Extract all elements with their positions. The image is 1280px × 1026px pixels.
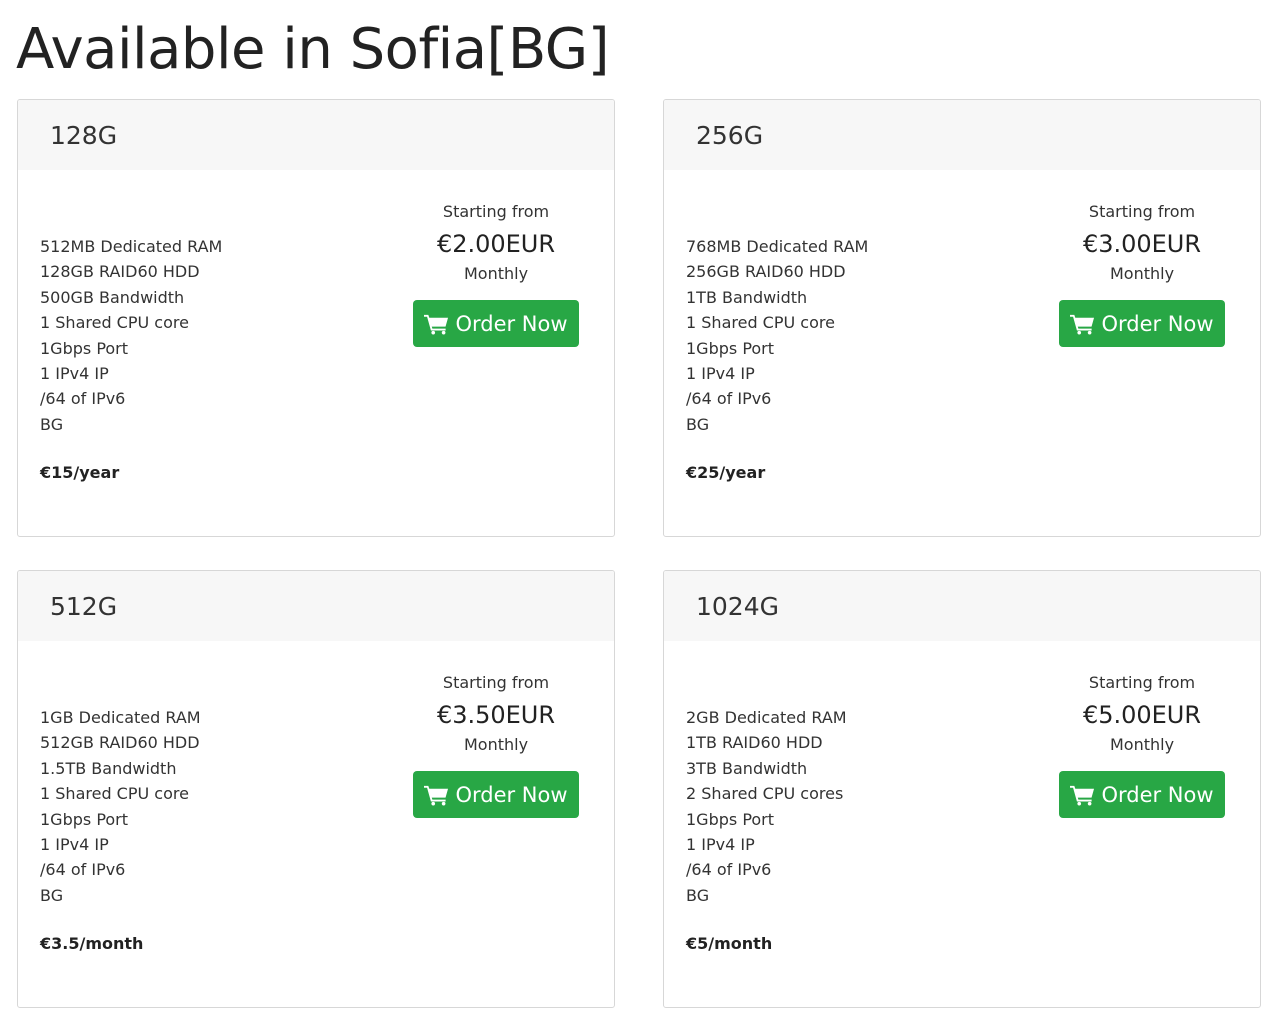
plan-name: 1024G <box>696 591 779 621</box>
plan-card-128g: 128G 512MB Dedicated RAM 128GB RAID60 HD… <box>17 99 615 537</box>
feature-ipv6: /64 of IPv6 <box>40 860 126 880</box>
plan-features: 1GB Dedicated RAM 512GB RAID60 HDD 1.5TB… <box>40 705 201 908</box>
feature-ipv4: 1 IPv4 IP <box>686 364 755 384</box>
plan-card-header: 512G <box>18 571 614 641</box>
starting-from-label: Starting from <box>1088 202 1196 221</box>
starting-from-label: Starting from <box>1088 673 1196 692</box>
feature-disk: 128GB RAID60 HDD <box>40 262 200 282</box>
order-now-button[interactable]: Order Now <box>1059 771 1225 818</box>
feature-cpu: 1 Shared CPU core <box>40 313 189 333</box>
feature-ipv4: 1 IPv4 IP <box>686 835 755 855</box>
plan-price-note: €25/year <box>686 463 766 482</box>
plan-features: 2GB Dedicated RAM 1TB RAID60 HDD 3TB Ban… <box>686 705 847 908</box>
feature-location: BG <box>686 885 710 905</box>
shopping-cart-icon <box>1070 784 1095 806</box>
feature-cpu: 1 Shared CPU core <box>40 784 189 804</box>
page-title: Available in Sofia[BG] <box>16 17 610 82</box>
feature-ram: 1GB Dedicated RAM <box>40 708 201 727</box>
plan-pricing: Starting from €3.00EUR Monthly Order Now <box>1059 201 1225 347</box>
plan-pricing: Starting from €3.50EUR Monthly Order Now <box>413 672 579 818</box>
feature-ipv6: /64 of IPv6 <box>686 860 772 880</box>
plan-price: €3.50EUR <box>436 701 556 729</box>
plan-features: 768MB Dedicated RAM 256GB RAID60 HDD 1TB… <box>686 234 868 437</box>
feature-ipv4: 1 IPv4 IP <box>40 835 109 855</box>
plan-price: €2.00EUR <box>436 230 556 258</box>
feature-ipv4: 1 IPv4 IP <box>40 364 109 384</box>
plan-card-header: 128G <box>18 100 614 170</box>
billing-cycle: Monthly <box>1109 735 1175 754</box>
order-now-label: Order Now <box>455 311 568 336</box>
feature-disk: 1TB RAID60 HDD <box>686 733 823 753</box>
plan-card-header: 256G <box>664 100 1260 170</box>
plan-name: 128G <box>50 120 118 150</box>
billing-cycle: Monthly <box>463 264 529 283</box>
shopping-cart-icon <box>424 313 449 335</box>
feature-location: BG <box>686 414 710 434</box>
feature-disk: 512GB RAID60 HDD <box>40 733 200 753</box>
feature-ram: 768MB Dedicated RAM <box>686 237 869 256</box>
plan-price-note: €3.5/month <box>40 934 144 953</box>
feature-bandwidth: 500GB Bandwidth <box>40 287 185 307</box>
feature-cpu: 1 Shared CPU core <box>686 313 835 333</box>
feature-port: 1Gbps Port <box>686 809 775 829</box>
feature-location: BG <box>40 885 64 905</box>
feature-bandwidth: 1TB Bandwidth <box>686 287 808 307</box>
feature-cpu: 2 Shared CPU cores <box>686 784 844 804</box>
billing-cycle: Monthly <box>463 735 529 754</box>
order-now-button[interactable]: Order Now <box>1059 300 1225 347</box>
plan-name: 512G <box>50 591 118 621</box>
plan-card-header: 1024G <box>664 571 1260 641</box>
plan-pricing: Starting from €5.00EUR Monthly Order Now <box>1059 672 1225 818</box>
shopping-cart-icon <box>1070 313 1095 335</box>
shopping-cart-icon <box>424 784 449 806</box>
order-now-button[interactable]: Order Now <box>413 771 579 818</box>
feature-port: 1Gbps Port <box>686 338 775 358</box>
feature-ipv6: /64 of IPv6 <box>40 389 126 409</box>
feature-port: 1Gbps Port <box>40 809 129 829</box>
plan-price-note: €5/month <box>686 934 773 953</box>
feature-bandwidth: 3TB Bandwidth <box>686 758 808 778</box>
plan-price-note: €15/year <box>40 463 120 482</box>
order-now-label: Order Now <box>1101 782 1214 807</box>
plan-card-256g: 256G 768MB Dedicated RAM 256GB RAID60 HD… <box>663 99 1261 537</box>
order-now-label: Order Now <box>1101 311 1214 336</box>
plan-name: 256G <box>696 120 764 150</box>
feature-ram: 512MB Dedicated RAM <box>40 237 223 256</box>
starting-from-label: Starting from <box>442 673 550 692</box>
plan-price: €3.00EUR <box>1082 230 1202 258</box>
feature-disk: 256GB RAID60 HDD <box>686 262 846 282</box>
feature-bandwidth: 1.5TB Bandwidth <box>40 758 177 778</box>
feature-location: BG <box>40 414 64 434</box>
plan-features: 512MB Dedicated RAM 128GB RAID60 HDD 500… <box>40 234 222 437</box>
billing-cycle: Monthly <box>1109 264 1175 283</box>
plan-pricing: Starting from €2.00EUR Monthly Order Now <box>413 201 579 347</box>
plan-price: €5.00EUR <box>1082 701 1202 729</box>
plan-card-512g: 512G 1GB Dedicated RAM 512GB RAID60 HDD … <box>17 570 615 1008</box>
order-now-button[interactable]: Order Now <box>413 300 579 347</box>
feature-ram: 2GB Dedicated RAM <box>686 708 847 727</box>
feature-ipv6: /64 of IPv6 <box>686 389 772 409</box>
plan-card-1024g: 1024G 2GB Dedicated RAM 1TB RAID60 HDD 3… <box>663 570 1261 1008</box>
order-now-label: Order Now <box>455 782 568 807</box>
starting-from-label: Starting from <box>442 202 550 221</box>
feature-port: 1Gbps Port <box>40 338 129 358</box>
